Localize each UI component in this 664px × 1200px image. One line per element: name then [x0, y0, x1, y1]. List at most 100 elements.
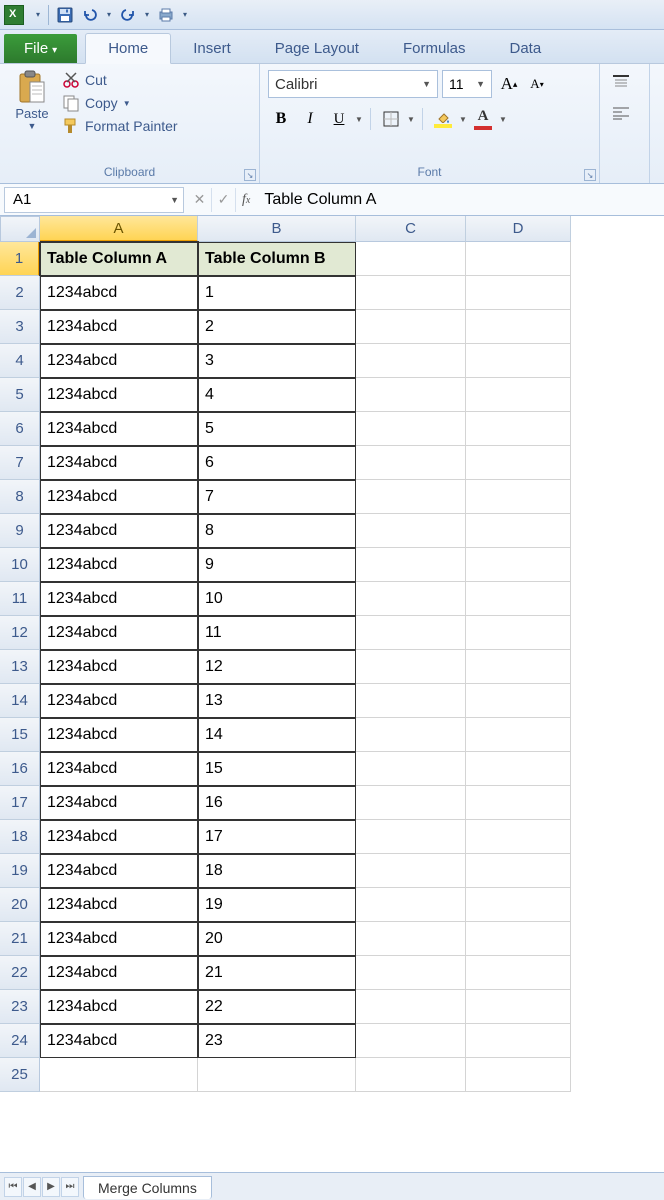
row-header[interactable]: 5	[0, 378, 40, 412]
fx-icon[interactable]: fx	[236, 192, 256, 208]
align-top-button[interactable]	[606, 68, 636, 94]
cell[interactable]: 1234abcd	[40, 990, 198, 1024]
cell[interactable]: 1234abcd	[40, 956, 198, 990]
cell[interactable]	[466, 378, 571, 412]
row-header[interactable]: 7	[0, 446, 40, 480]
cell[interactable]: 23	[198, 1024, 356, 1058]
cell[interactable]	[198, 1058, 356, 1092]
qat-more-dropdown[interactable]	[180, 4, 190, 26]
cell[interactable]	[466, 922, 571, 956]
clipboard-dialog-launcher[interactable]: ↘	[244, 169, 256, 181]
align-left-button[interactable]	[606, 100, 636, 126]
cell[interactable]: 1234abcd	[40, 548, 198, 582]
redo-button[interactable]	[117, 4, 139, 26]
sheet-nav-first[interactable]: ⏮	[4, 1177, 22, 1197]
cell[interactable]	[466, 1058, 571, 1092]
cell[interactable]	[356, 718, 466, 752]
row-header[interactable]: 18	[0, 820, 40, 854]
cell[interactable]: 16	[198, 786, 356, 820]
column-header[interactable]: D	[466, 216, 571, 242]
cell[interactable]: 11	[198, 616, 356, 650]
row-header[interactable]: 16	[0, 752, 40, 786]
cell[interactable]: Table Column A	[40, 242, 198, 276]
cell[interactable]	[356, 1058, 466, 1092]
cell[interactable]	[356, 378, 466, 412]
cell[interactable]	[356, 990, 466, 1024]
row-header[interactable]: 25	[0, 1058, 40, 1092]
tab-formulas[interactable]: Formulas	[381, 34, 488, 63]
format-painter-button[interactable]: Format Painter	[60, 116, 180, 136]
cell[interactable]	[466, 242, 571, 276]
font-name-selector[interactable]: Calibri▼	[268, 70, 438, 98]
sheet-nav-next[interactable]: ▶	[42, 1177, 60, 1197]
column-header[interactable]: A	[40, 216, 198, 242]
row-header[interactable]: 4	[0, 344, 40, 378]
cell[interactable]	[356, 548, 466, 582]
cell[interactable]: 5	[198, 412, 356, 446]
qat-customize-dropdown[interactable]	[33, 4, 43, 26]
sheet-tab-active[interactable]: Merge Columns	[83, 1176, 212, 1199]
cell[interactable]	[356, 922, 466, 956]
cell[interactable]	[466, 718, 571, 752]
cell[interactable]: 18	[198, 854, 356, 888]
cell[interactable]: 6	[198, 446, 356, 480]
row-header[interactable]: 14	[0, 684, 40, 718]
cell[interactable]: 1234abcd	[40, 752, 198, 786]
cell[interactable]: 1234abcd	[40, 888, 198, 922]
tab-page-layout[interactable]: Page Layout	[253, 34, 381, 63]
row-header[interactable]: 11	[0, 582, 40, 616]
cell[interactable]	[466, 650, 571, 684]
cell[interactable]: 2	[198, 310, 356, 344]
cell[interactable]	[466, 854, 571, 888]
fill-color-button[interactable]	[430, 106, 456, 132]
cell[interactable]	[466, 684, 571, 718]
cell[interactable]: 1234abcd	[40, 718, 198, 752]
cell[interactable]: 12	[198, 650, 356, 684]
cell[interactable]: 1234abcd	[40, 276, 198, 310]
row-header[interactable]: 13	[0, 650, 40, 684]
row-header[interactable]: 19	[0, 854, 40, 888]
cell[interactable]	[356, 820, 466, 854]
cell[interactable]	[356, 956, 466, 990]
borders-dropdown[interactable]: ▼	[407, 115, 415, 124]
row-header[interactable]: 6	[0, 412, 40, 446]
row-header[interactable]: 1	[0, 242, 40, 276]
cell[interactable]: 4	[198, 378, 356, 412]
cell[interactable]: 1234abcd	[40, 480, 198, 514]
paste-button[interactable]: Paste ▼	[8, 68, 56, 163]
bold-button[interactable]: B	[268, 106, 294, 132]
cell[interactable]: 1234abcd	[40, 582, 198, 616]
underline-button[interactable]: U	[326, 106, 352, 132]
cell[interactable]	[466, 888, 571, 922]
cell[interactable]: 8	[198, 514, 356, 548]
cell[interactable]: 3	[198, 344, 356, 378]
row-header[interactable]: 24	[0, 1024, 40, 1058]
cell[interactable]	[466, 1024, 571, 1058]
cell[interactable]: 1234abcd	[40, 820, 198, 854]
cell[interactable]: 19	[198, 888, 356, 922]
cell[interactable]	[356, 276, 466, 310]
row-header[interactable]: 23	[0, 990, 40, 1024]
cell[interactable]: 17	[198, 820, 356, 854]
cell[interactable]: 1234abcd	[40, 378, 198, 412]
save-button[interactable]	[54, 4, 76, 26]
cell[interactable]	[356, 480, 466, 514]
font-color-button[interactable]: A	[470, 106, 496, 132]
cell[interactable]	[466, 344, 571, 378]
cell[interactable]	[356, 650, 466, 684]
cell[interactable]	[356, 684, 466, 718]
borders-button[interactable]	[378, 106, 404, 132]
row-header[interactable]: 9	[0, 514, 40, 548]
sheet-nav-prev[interactable]: ◀	[23, 1177, 41, 1197]
cell[interactable]	[466, 412, 571, 446]
fill-color-dropdown[interactable]: ▼	[459, 115, 467, 124]
row-header[interactable]: 3	[0, 310, 40, 344]
font-color-dropdown[interactable]: ▼	[499, 115, 507, 124]
undo-dropdown[interactable]	[104, 4, 114, 26]
cell[interactable]: 15	[198, 752, 356, 786]
cell[interactable]: 21	[198, 956, 356, 990]
cell[interactable]	[466, 276, 571, 310]
formula-input[interactable]: Table Column A	[256, 187, 664, 213]
tab-home[interactable]: Home	[85, 33, 171, 64]
underline-dropdown[interactable]: ▼	[355, 115, 363, 124]
